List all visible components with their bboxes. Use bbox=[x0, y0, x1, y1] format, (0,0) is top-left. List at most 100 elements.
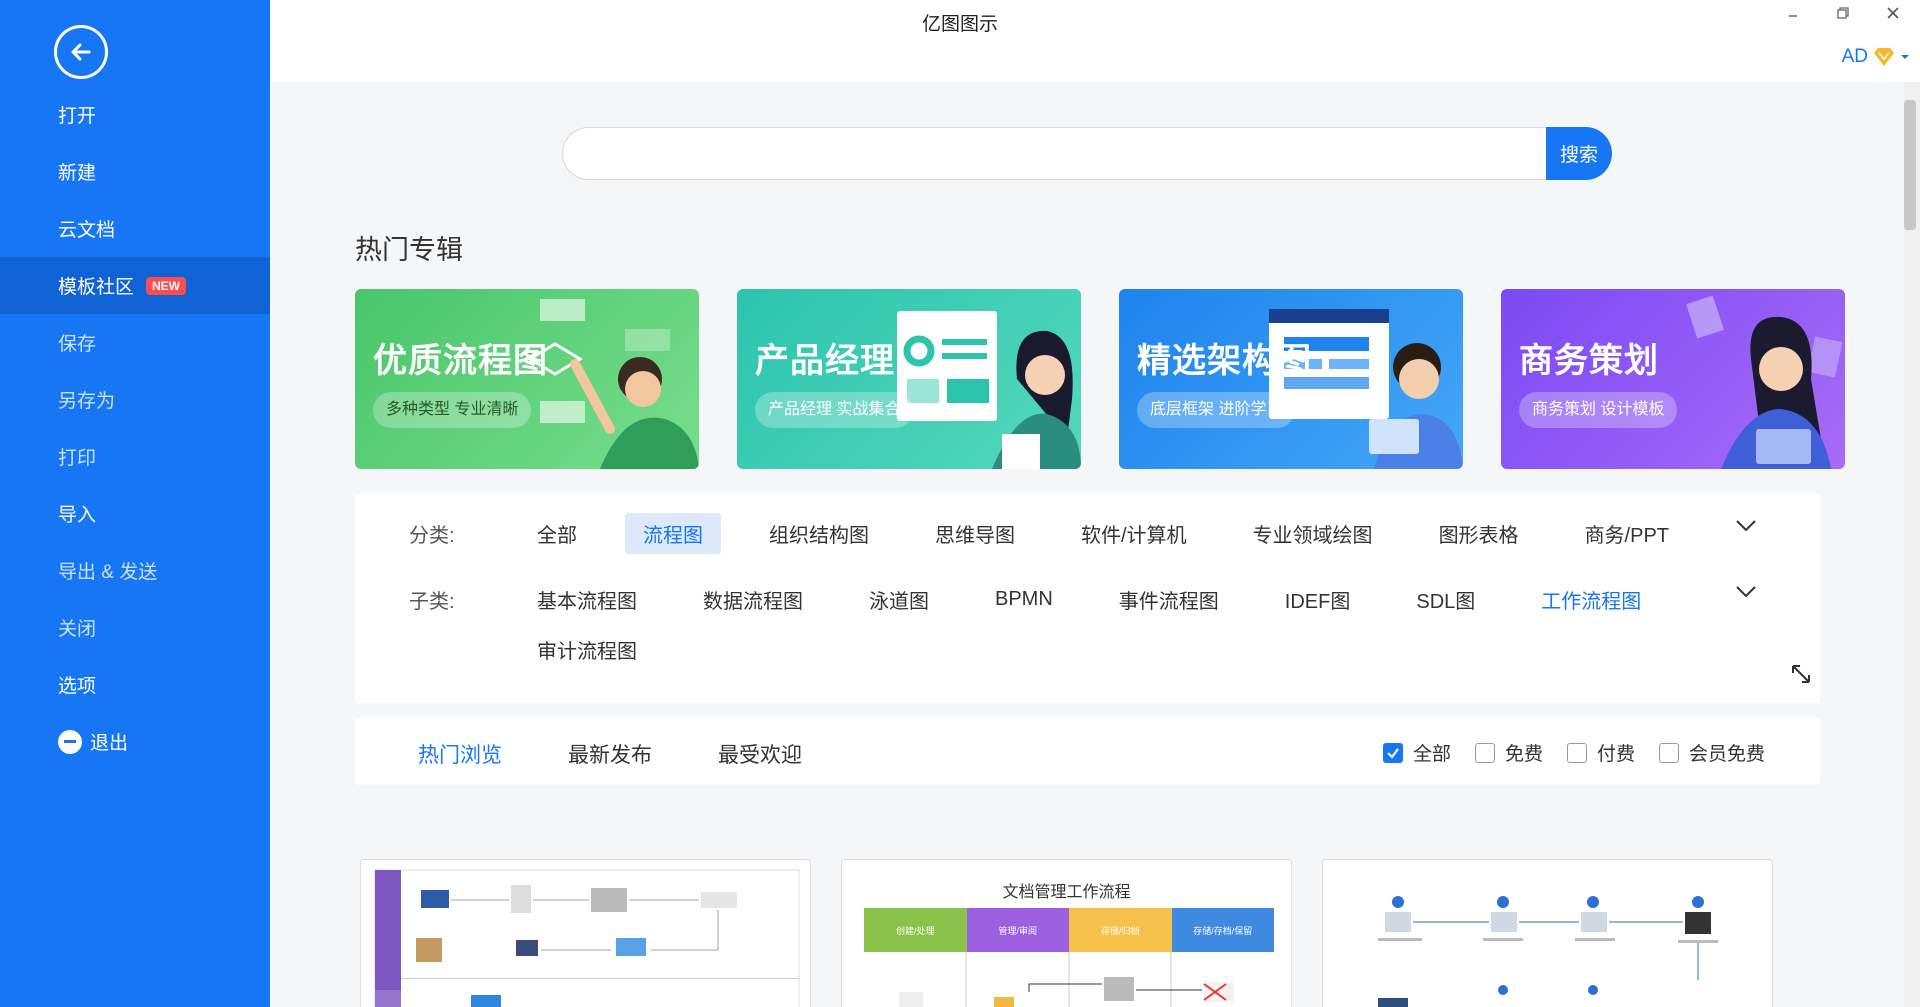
user-menu[interactable]: AD bbox=[1842, 46, 1910, 68]
template-card[interactable] bbox=[360, 859, 811, 1007]
search-bar: 搜索 bbox=[562, 127, 1612, 180]
tab-latest[interactable]: 最新发布 bbox=[568, 739, 652, 769]
sidebar-item-template-community[interactable]: 模板社区 NEW bbox=[0, 257, 270, 314]
minus-circle-icon bbox=[58, 729, 82, 754]
sidebar-item-export-send[interactable]: 导出 & 发送 bbox=[0, 542, 270, 599]
sidebar-item-cloud-docs[interactable]: 云文档 bbox=[0, 200, 270, 257]
checkmark-icon bbox=[1387, 747, 1399, 759]
sidebar-item-print[interactable]: 打印 bbox=[0, 428, 270, 485]
title-bar: 亿图图示 AD bbox=[270, 0, 1920, 82]
subcategory-item[interactable]: BPMN bbox=[977, 582, 1071, 617]
back-button[interactable] bbox=[54, 25, 108, 79]
filter-label: 免费 bbox=[1504, 744, 1543, 765]
search-input[interactable] bbox=[562, 127, 1546, 180]
template-card[interactable] bbox=[1322, 859, 1773, 1007]
filter-label: 会员免费 bbox=[1688, 744, 1765, 765]
category-item[interactable]: 思维导图 bbox=[917, 513, 1033, 554]
category-item[interactable]: 专业领域绘图 bbox=[1235, 513, 1391, 554]
sidebar-item-save-as[interactable]: 另存为 bbox=[0, 371, 270, 428]
banner-business-plan[interactable]: 商务策划 商务策划 设计模板 bbox=[1501, 289, 1845, 469]
subcategory-item[interactable]: 基本流程图 bbox=[519, 579, 655, 620]
sidebar-item-save[interactable]: 保存 bbox=[0, 314, 270, 371]
sidebar-item-label: 导入 bbox=[58, 505, 97, 526]
checkbox[interactable] bbox=[1566, 742, 1587, 763]
close-window-button[interactable] bbox=[1886, 6, 1900, 25]
category-item-selected[interactable]: 流程图 bbox=[625, 513, 721, 554]
sidebar-item-label: 导出 & 发送 bbox=[58, 562, 158, 583]
category-item[interactable]: 全部 bbox=[519, 513, 595, 554]
subcategory-item-highlighted[interactable]: 工作流程图 bbox=[1523, 579, 1659, 620]
checkbox-checked[interactable] bbox=[1382, 742, 1403, 763]
lane-header: 存储/归档 bbox=[1069, 908, 1172, 952]
sidebar-item-label: 打印 bbox=[58, 448, 97, 469]
expand-diagonal-icon bbox=[1792, 665, 1810, 683]
subcategory-item[interactable]: 事件流程图 bbox=[1101, 579, 1237, 620]
banner-title: 产品经理 bbox=[755, 342, 895, 380]
minimize-icon bbox=[1789, 15, 1797, 17]
user-name: AD bbox=[1841, 46, 1868, 67]
subcategory-expand-button[interactable] bbox=[1735, 585, 1757, 604]
search-button[interactable]: 搜索 bbox=[1546, 127, 1612, 180]
restore-icon bbox=[1837, 7, 1849, 19]
banner-architecture[interactable]: 精选架构图 底层框架 进阶学习 bbox=[1119, 289, 1463, 469]
tab-hot[interactable]: 热门浏览 bbox=[418, 739, 502, 769]
category-expand-button[interactable] bbox=[1735, 519, 1757, 538]
filter-paid[interactable]: 付费 bbox=[1566, 739, 1635, 766]
restore-button[interactable] bbox=[1836, 6, 1850, 25]
filter-member-free[interactable]: 会员免费 bbox=[1658, 739, 1765, 766]
banner-subtitle: 商务策划 设计模板 bbox=[1519, 392, 1678, 428]
sort-tab-panel: 热门浏览 最新发布 最受欢迎 全部 免费 付费 会员免费 bbox=[355, 717, 1820, 785]
checkbox[interactable] bbox=[1474, 742, 1495, 763]
scrollbar-thumb[interactable] bbox=[1904, 100, 1916, 230]
template-card-list: 文档管理工作流程 创建/处理 管理/审阅 存储/归档 存储/存档/保留 bbox=[360, 859, 1773, 1007]
banner-subtitle: 底层框架 进阶学习 bbox=[1137, 392, 1296, 428]
vip-diamond-icon bbox=[1874, 48, 1894, 66]
sidebar-item-label: 模板社区 bbox=[58, 277, 135, 298]
main-content: 搜索 热门专辑 优质流程图 多种类型 专业清晰 产品经理 产品经理 实战集合 精… bbox=[270, 82, 1904, 1007]
expand-panel-button[interactable] bbox=[1790, 663, 1812, 690]
price-filters: 全部 免费 付费 会员免费 bbox=[1359, 739, 1765, 766]
subcategory-item[interactable]: 审计流程图 bbox=[519, 629, 655, 670]
subcategory-item[interactable]: SDL图 bbox=[1398, 579, 1493, 620]
chevron-down-icon bbox=[1736, 520, 1756, 532]
swimlane-body bbox=[899, 952, 1234, 1007]
sidebar-item-label: 另存为 bbox=[58, 391, 116, 412]
subcategory-item[interactable]: IDEF图 bbox=[1267, 579, 1369, 620]
close-icon bbox=[1887, 7, 1899, 19]
sidebar-item-exit[interactable]: 退出 bbox=[0, 713, 270, 770]
filter-all[interactable]: 全部 bbox=[1382, 739, 1451, 766]
category-item[interactable]: 商务/PPT bbox=[1567, 513, 1687, 554]
template-card-title: 文档管理工作流程 bbox=[1002, 884, 1131, 901]
sidebar-item-label: 关闭 bbox=[58, 619, 97, 640]
banner-title: 优质流程图 bbox=[373, 342, 548, 380]
category-panel: 分类: 全部 流程图 组织结构图 思维导图 软件/计算机 专业领域绘图 图形表格… bbox=[355, 493, 1820, 703]
app-title: 亿图图示 bbox=[921, 14, 998, 35]
minimize-button[interactable] bbox=[1786, 6, 1800, 25]
tab-popular[interactable]: 最受欢迎 bbox=[718, 739, 802, 769]
banner-product-manager[interactable]: 产品经理 产品经理 实战集合 bbox=[737, 289, 1081, 469]
template-card[interactable]: 文档管理工作流程 创建/处理 管理/审阅 存储/归档 存储/存档/保留 bbox=[841, 859, 1292, 1007]
arrow-left-icon bbox=[71, 43, 91, 61]
filter-label: 全部 bbox=[1412, 744, 1451, 765]
chevron-down-icon bbox=[1736, 586, 1756, 598]
sidebar-item-close[interactable]: 关闭 bbox=[0, 599, 270, 656]
sidebar-item-new[interactable]: 新建 bbox=[0, 143, 270, 200]
sidebar-item-options[interactable]: 选项 bbox=[0, 656, 270, 713]
category-item[interactable]: 软件/计算机 bbox=[1063, 513, 1205, 554]
subcategory-item[interactable]: 数据流程图 bbox=[685, 579, 821, 620]
sidebar-item-import[interactable]: 导入 bbox=[0, 485, 270, 542]
category-item[interactable]: 组织结构图 bbox=[751, 513, 887, 554]
checkbox[interactable] bbox=[1658, 742, 1679, 763]
product-manager-illustration bbox=[897, 311, 1081, 469]
filter-free[interactable]: 免费 bbox=[1474, 739, 1543, 766]
filter-label: 付费 bbox=[1596, 744, 1635, 765]
sidebar-item-open[interactable]: 打开 bbox=[0, 86, 270, 143]
swimlane-header: 创建/处理 管理/审阅 存储/归档 存储/存档/保留 bbox=[864, 908, 1274, 952]
category-row: 分类: 全部 流程图 组织结构图 思维导图 软件/计算机 专业领域绘图 图形表格… bbox=[409, 513, 1717, 554]
subcategory-row-2: 审计流程图 bbox=[409, 629, 685, 670]
subcategory-item[interactable]: 泳道图 bbox=[851, 579, 947, 620]
lane-header: 管理/审阅 bbox=[966, 908, 1069, 952]
category-label: 分类: bbox=[409, 525, 455, 547]
banner-flowchart[interactable]: 优质流程图 多种类型 专业清晰 bbox=[355, 289, 699, 469]
category-item[interactable]: 图形表格 bbox=[1421, 513, 1537, 554]
